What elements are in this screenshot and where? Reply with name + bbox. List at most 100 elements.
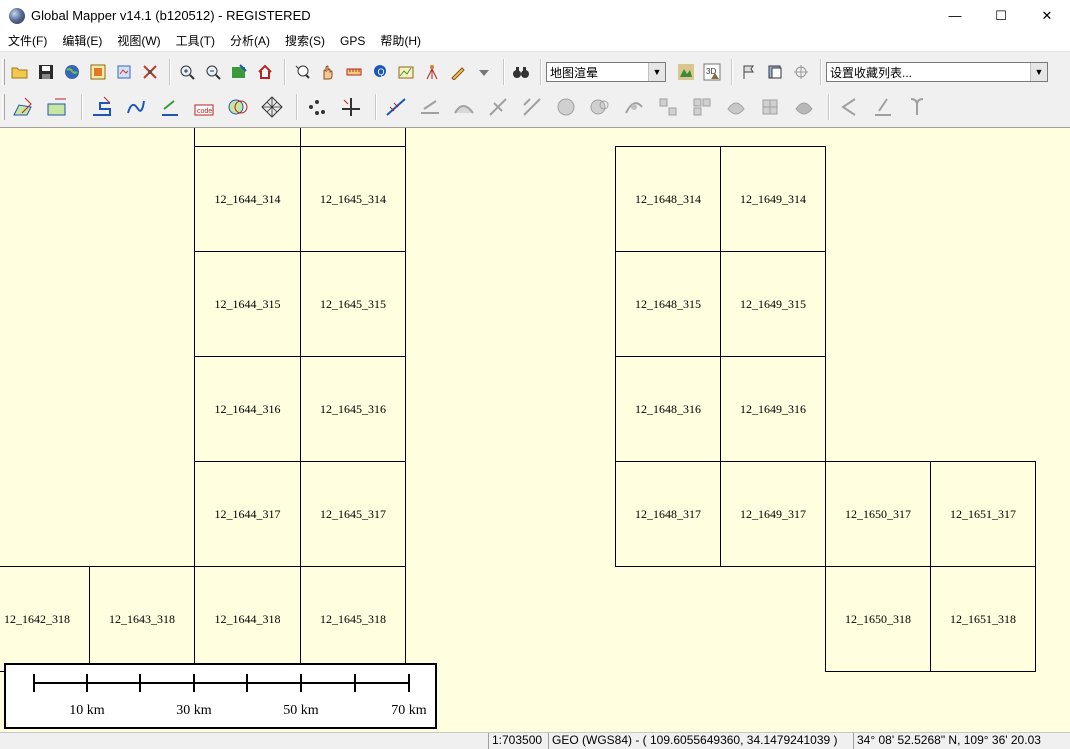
minimize-button[interactable]: —: [932, 0, 978, 31]
toolbar-separator: [296, 94, 297, 120]
measure-ruler-icon[interactable]: [342, 60, 366, 84]
create-coded-feature-icon[interactable]: code: [189, 92, 219, 122]
create-line-icon[interactable]: [87, 92, 117, 122]
3d-view-icon[interactable]: 3D: [700, 60, 724, 84]
disabled-tool-13-icon[interactable]: [834, 92, 864, 122]
open-folder-icon[interactable]: [8, 60, 32, 84]
shader-select[interactable]: 地图渲晕 ▼: [546, 62, 666, 82]
map-tile[interactable]: 12_1650_318: [825, 566, 931, 672]
map-tile[interactable]: 12_1651_318: [930, 566, 1036, 672]
menu-gps[interactable]: GPS: [332, 31, 372, 51]
create-cross-icon[interactable]: [336, 92, 366, 122]
dropdown-arrow-icon[interactable]: [472, 60, 496, 84]
toolbar-separator: [828, 94, 829, 120]
chevron-down-icon[interactable]: ▼: [648, 63, 665, 81]
toolbar-area: Q 地图渲晕 ▼ 3D 设置收藏列表... ▼ code: [0, 51, 1070, 127]
toolbar-grip[interactable]: [2, 94, 5, 120]
create-area-icon[interactable]: [8, 92, 38, 122]
close-button[interactable]: ✕: [1024, 0, 1070, 31]
map-tile[interactable]: 12_1648_317: [615, 461, 721, 567]
svg-text:code: code: [197, 108, 212, 115]
map-tile[interactable]: 12_1648_316: [615, 356, 721, 462]
gps-crosshair-icon[interactable]: [789, 60, 813, 84]
flag-icon[interactable]: [737, 60, 761, 84]
create-points-icon[interactable]: [302, 92, 332, 122]
zoom-in-icon[interactable]: [175, 60, 199, 84]
overlay-control-icon[interactable]: [112, 60, 136, 84]
create-circle-icon[interactable]: [223, 92, 253, 122]
map-tile[interactable]: 12_1644_316: [194, 356, 301, 462]
map-tile[interactable]: 12_1645_314: [300, 146, 406, 252]
map-tile[interactable]: 12_1645_317: [300, 461, 406, 567]
path-profile-icon[interactable]: [394, 60, 418, 84]
disabled-tool-8-icon[interactable]: [653, 92, 683, 122]
map-tile[interactable]: 12_1649_317: [720, 461, 826, 567]
map-tile[interactable]: 12_1649_316: [720, 356, 826, 462]
map-tile[interactable]: 12_1645_318: [300, 566, 406, 672]
menu-file[interactable]: 文件(F): [0, 31, 54, 51]
create-range-ring-icon[interactable]: [155, 92, 185, 122]
toolbar-grip[interactable]: [2, 59, 5, 85]
map-canvas[interactable]: 12_1644_314 12_1645_314 12_1644_315 12_1…: [0, 127, 1070, 732]
map-tile[interactable]: 12_1644_314: [194, 146, 301, 252]
create-curve-icon[interactable]: [121, 92, 151, 122]
digitizer-icon[interactable]: [446, 60, 470, 84]
favorites-select[interactable]: 设置收藏列表... ▼: [826, 62, 1048, 82]
disabled-tool-14-icon[interactable]: [868, 92, 898, 122]
menu-tools[interactable]: 工具(T): [168, 31, 222, 51]
disabled-tool-12-icon[interactable]: [789, 92, 819, 122]
disabled-tool-15-icon[interactable]: [902, 92, 932, 122]
zoom-tool-icon[interactable]: [290, 60, 314, 84]
disabled-tool-11-icon[interactable]: [755, 92, 785, 122]
home-icon[interactable]: [253, 60, 277, 84]
create-rectangle-icon[interactable]: [42, 92, 72, 122]
map-tile[interactable]: 12_1644_317: [194, 461, 301, 567]
map-tile[interactable]: 12_1645_315: [300, 251, 406, 357]
disabled-tool-7-icon[interactable]: [619, 92, 649, 122]
disabled-tool-5-icon[interactable]: [551, 92, 581, 122]
map-tile[interactable]: 12_1648_315: [615, 251, 721, 357]
disabled-tool-3-icon[interactable]: [483, 92, 513, 122]
pan-hand-icon[interactable]: [316, 60, 340, 84]
map-tile[interactable]: 12_1644_318: [194, 566, 301, 672]
save-icon[interactable]: [34, 60, 58, 84]
view-shed-icon[interactable]: [420, 60, 444, 84]
toolbar-separator: [169, 59, 170, 85]
map-tile[interactable]: 12_1645_316: [300, 356, 406, 462]
menu-search[interactable]: 搜索(S): [277, 31, 332, 51]
full-view-icon[interactable]: [227, 60, 251, 84]
menu-view[interactable]: 视图(W): [109, 31, 167, 51]
disabled-tool-9-icon[interactable]: [687, 92, 717, 122]
map-tile[interactable]: 12_1642_318: [0, 566, 90, 672]
feature-info-icon[interactable]: Q: [368, 60, 392, 84]
configure-tools-icon[interactable]: [138, 60, 162, 84]
map-tile[interactable]: [194, 128, 301, 147]
edit-vertices-icon[interactable]: [381, 92, 411, 122]
globe-online-data-icon[interactable]: [60, 60, 84, 84]
status-projection-coords: GEO (WGS84) - ( 109.6055649360, 34.14792…: [548, 733, 853, 749]
map-tile[interactable]: 12_1649_315: [720, 251, 826, 357]
disabled-tool-2-icon[interactable]: [449, 92, 479, 122]
map-tile[interactable]: 12_1650_317: [825, 461, 931, 567]
zoom-out-icon[interactable]: [201, 60, 225, 84]
control-center-icon[interactable]: [86, 60, 110, 84]
chevron-down-icon[interactable]: ▼: [1030, 63, 1047, 81]
menu-help[interactable]: 帮助(H): [372, 31, 428, 51]
maximize-button[interactable]: ☐: [978, 0, 1024, 31]
disabled-tool-6-icon[interactable]: [585, 92, 615, 122]
map-tile[interactable]: 12_1648_314: [615, 146, 721, 252]
print-layout-icon[interactable]: [763, 60, 787, 84]
map-tile[interactable]: 12_1644_315: [194, 251, 301, 357]
map-tile[interactable]: 12_1651_317: [930, 461, 1036, 567]
menu-analysis[interactable]: 分析(A): [222, 31, 277, 51]
disabled-tool-4-icon[interactable]: [517, 92, 547, 122]
disabled-tool-10-icon[interactable]: [721, 92, 751, 122]
menu-edit[interactable]: 编辑(E): [54, 31, 109, 51]
map-tile[interactable]: 12_1649_314: [720, 146, 826, 252]
shader-settings-icon[interactable]: [674, 60, 698, 84]
map-tile[interactable]: [300, 128, 406, 147]
binoculars-search-icon[interactable]: [509, 60, 533, 84]
map-tile[interactable]: 12_1643_318: [89, 566, 195, 672]
disabled-tool-1-icon[interactable]: [415, 92, 445, 122]
create-grid-icon[interactable]: [257, 92, 287, 122]
